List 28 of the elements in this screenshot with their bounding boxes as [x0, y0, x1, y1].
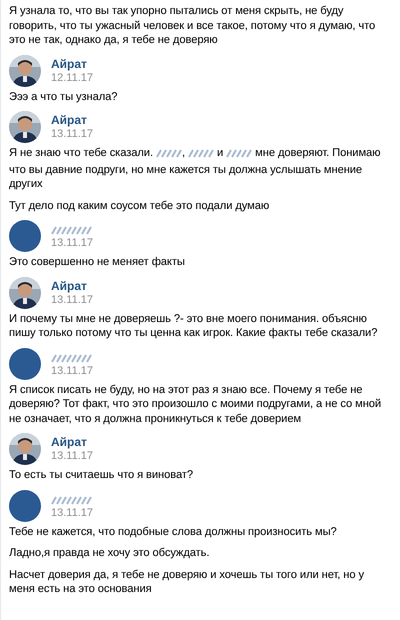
message-date: 13.11.17: [51, 237, 94, 250]
author-name[interactable]: Айрат: [51, 56, 94, 70]
message-text: Насчет доверия да, я тебе не доверяю и хочешь ты того или нет, но у меня есть на это основания: [9, 568, 365, 596]
message-date: 13.11.17: [51, 364, 94, 378]
message-text: Я список писать не буду, но на этот раз я знаю все. Почему я тебе не доверяю? Тот факт, что это произошло с моими подругами, а не со мной не означает, что я должна проникнуться к тебе доверием: [9, 382, 382, 426]
message-text: Я узнала то, что вы так упорно пытались от меня скрыть, не буду говорить, что ты ужасный человек и все такое, потому что я думаю, что это не так, однако да, я тебе не доверяю: [9, 4, 376, 48]
message-date: 13.11.17: [51, 294, 94, 306]
message-text: Эээ а что ты узнала?: [9, 90, 118, 104]
avatar-circle[interactable]: [9, 348, 41, 380]
message-date: 12.11.17: [51, 72, 94, 84]
redaction-mark: [156, 149, 182, 158]
author-name[interactable]: Айрат: [51, 435, 94, 449]
message-date: 13.11.17: [51, 128, 94, 141]
message-date: 13.11.17: [51, 450, 94, 463]
message-text: Я не знаю что тебе сказали. , и мне доверяют. Понимаю что вы давние подруги, но мне кажется ты должна услышать мнение других: [9, 146, 382, 192]
redaction-mark: [188, 149, 214, 158]
message-text: Это совершенно не меняет факты: [9, 255, 186, 270]
message-text: Тут дело под каким соусом тебе это подали думаю: [9, 198, 270, 213]
message-date: 13.11.17: [51, 506, 94, 520]
redaction-mark: [226, 149, 252, 158]
avatar-circle[interactable]: [9, 220, 41, 252]
message-text: Тебе не кажется, что подобные слова должны произносить мы?: [9, 524, 338, 539]
avatar-circle[interactable]: [9, 490, 41, 522]
author-name[interactable]: Айрат: [51, 278, 94, 292]
message-text: То есть ты считаешь что я виноват?: [9, 468, 194, 482]
message-text: И почему ты мне не доверяешь ?- это вне моего понимания. объясню пишу только потому что ты ценна как игрок. Какие факты тебе сказали?: [9, 312, 378, 340]
author-name[interactable]: Айрат: [51, 113, 94, 127]
message-text: Ладно,я правда не хочу это обсуждать.: [9, 546, 210, 560]
